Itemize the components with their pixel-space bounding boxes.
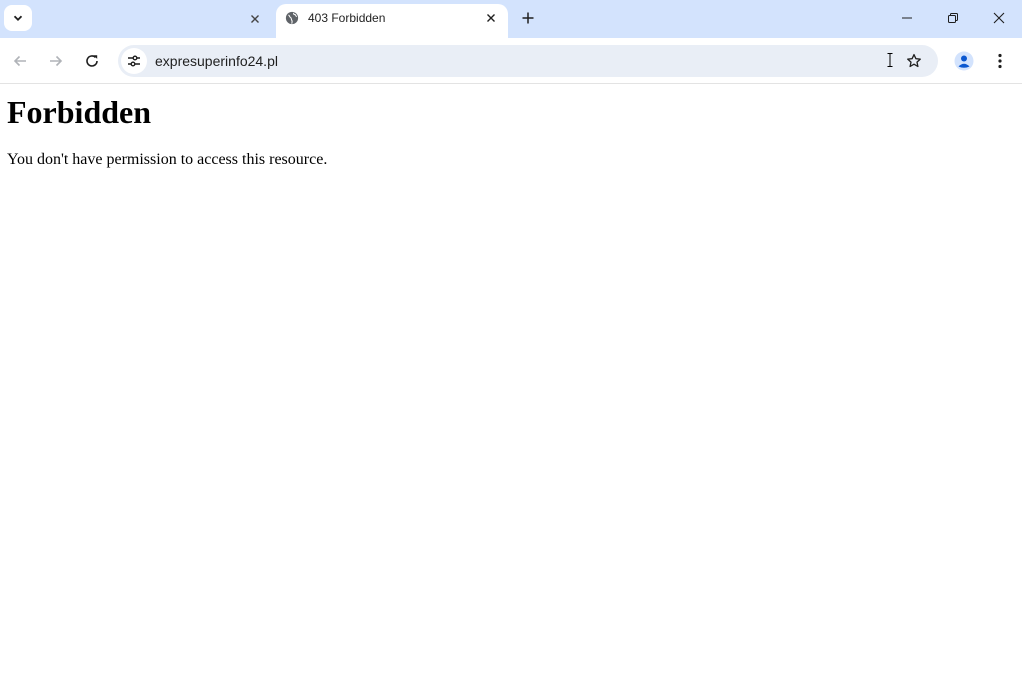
close-icon [487, 14, 495, 22]
restore-icon [948, 13, 958, 23]
tab-active[interactable]: 403 Forbidden [276, 4, 508, 38]
close-window-button[interactable] [976, 0, 1022, 36]
new-tab-button[interactable] [516, 6, 540, 30]
page-content: Forbidden You don't have permission to a… [0, 85, 1022, 673]
reload-button[interactable] [78, 47, 106, 75]
page-title: Forbidden [7, 94, 152, 130]
avatar-icon [954, 51, 974, 71]
tab-close-button[interactable] [480, 7, 502, 29]
profile-button[interactable] [951, 48, 977, 74]
reload-icon [86, 55, 98, 67]
more-vert-icon [998, 53, 1002, 69]
browser-toolbar: expresuperinfo24.pl [0, 38, 1022, 84]
error-message: You don't have permission to access this… [7, 151, 328, 168]
address-bar[interactable]: expresuperinfo24.pl [118, 45, 938, 77]
plus-icon [522, 12, 534, 24]
tune-icon [128, 55, 140, 67]
tab-close-button[interactable] [244, 8, 266, 30]
bookmark-button[interactable] [902, 49, 926, 73]
minimize-icon [902, 17, 912, 19]
close-icon [993, 12, 1005, 24]
tab-strip: 403 Forbidden [0, 0, 1022, 38]
back-button[interactable] [6, 47, 34, 75]
globe-icon [285, 11, 299, 25]
tab-title: 403 Forbidden [308, 11, 386, 25]
minimize-button[interactable] [884, 0, 930, 36]
close-icon [251, 15, 259, 23]
url-text[interactable]: expresuperinfo24.pl [155, 53, 278, 69]
star-icon [907, 53, 921, 68]
tab-search-button[interactable] [4, 5, 32, 31]
arrow-left-icon [13, 55, 26, 67]
restore-button[interactable] [930, 0, 976, 36]
forward-button[interactable] [42, 47, 70, 75]
arrow-right-icon [50, 55, 63, 67]
site-info-button[interactable] [121, 48, 147, 74]
menu-button[interactable] [988, 48, 1012, 74]
chevron-down-icon [13, 15, 23, 21]
tab-inactive[interactable] [36, 4, 272, 34]
text-cursor-icon [887, 53, 893, 67]
